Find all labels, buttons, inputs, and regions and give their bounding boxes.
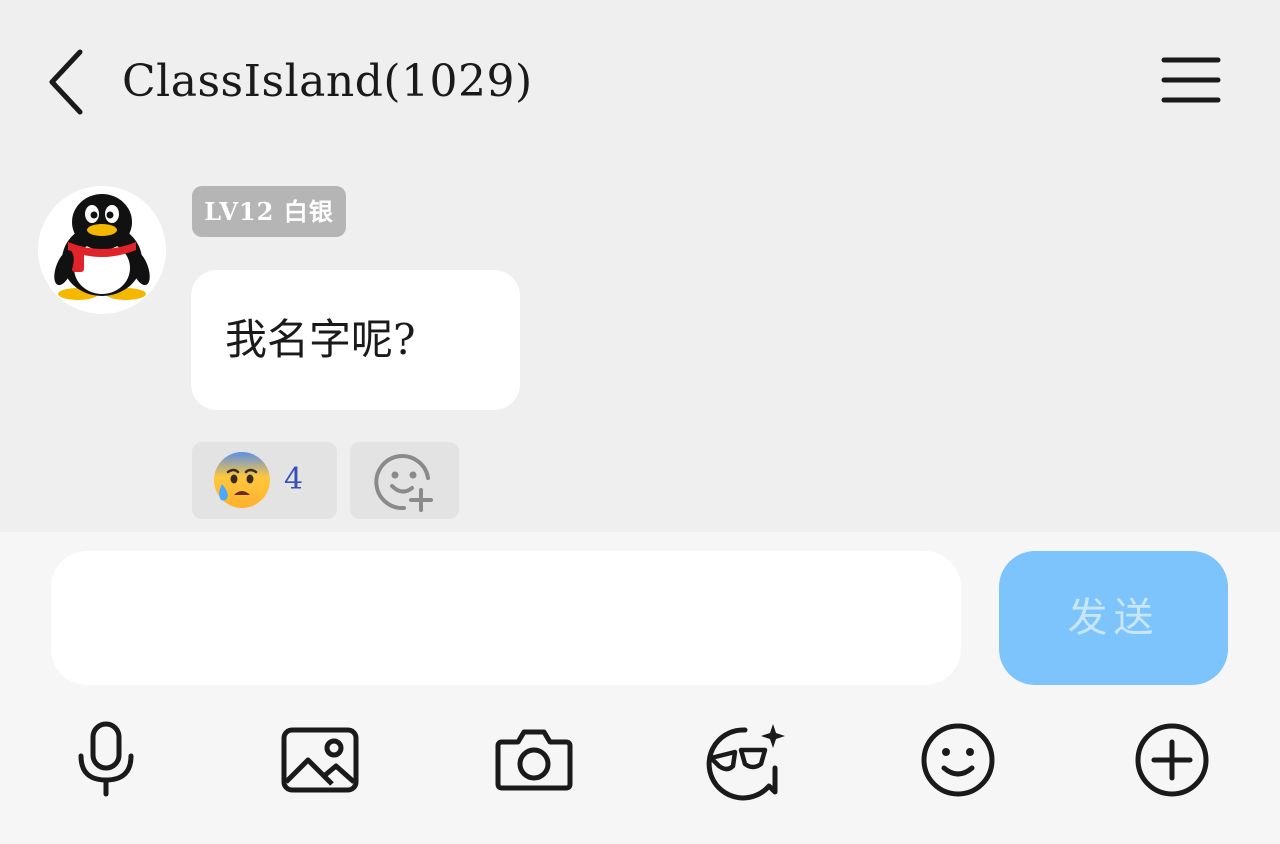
message-bubble[interactable]: 我名字呢? <box>191 270 520 410</box>
menu-button[interactable] <box>1156 52 1226 108</box>
microphone-icon <box>78 721 134 797</box>
plus-circle-icon <box>1135 723 1209 797</box>
smiley-face-icon <box>921 723 995 797</box>
sticker-face-icon <box>706 724 785 801</box>
more-button[interactable] <box>1124 720 1220 804</box>
emoji-reaction[interactable]: 4 <box>192 442 337 519</box>
voice-button[interactable] <box>58 720 154 804</box>
anxious-face-with-sweat-icon <box>214 452 270 508</box>
emoji-button[interactable] <box>910 720 1006 804</box>
reaction-count: 4 <box>284 462 304 497</box>
hamburger-menu-icon <box>1161 57 1221 103</box>
image-button[interactable] <box>272 720 368 804</box>
chat-title: ClassIsland(1029) <box>122 56 533 107</box>
back-button[interactable] <box>40 44 96 120</box>
chat-window: ClassIsland(1029) LV12 白银 我名字呢? 4 发送 <box>0 0 1280 844</box>
message-input[interactable] <box>51 551 961 685</box>
add-emoji-reaction-icon <box>374 454 433 512</box>
add-reaction-button[interactable] <box>350 442 459 519</box>
qq-penguin-avatar-icon <box>38 186 166 314</box>
camera-icon <box>495 729 573 791</box>
chevron-left-icon <box>49 49 83 115</box>
image-icon <box>281 727 359 793</box>
sticker-button[interactable] <box>694 720 790 804</box>
message-composer: 发送 <box>0 532 1280 844</box>
sender-avatar[interactable] <box>38 186 166 314</box>
level-badge: LV12 白银 <box>192 186 346 237</box>
camera-button[interactable] <box>486 720 582 804</box>
send-button[interactable]: 发送 <box>999 551 1228 685</box>
chat-header: ClassIsland(1029) <box>0 0 1280 165</box>
